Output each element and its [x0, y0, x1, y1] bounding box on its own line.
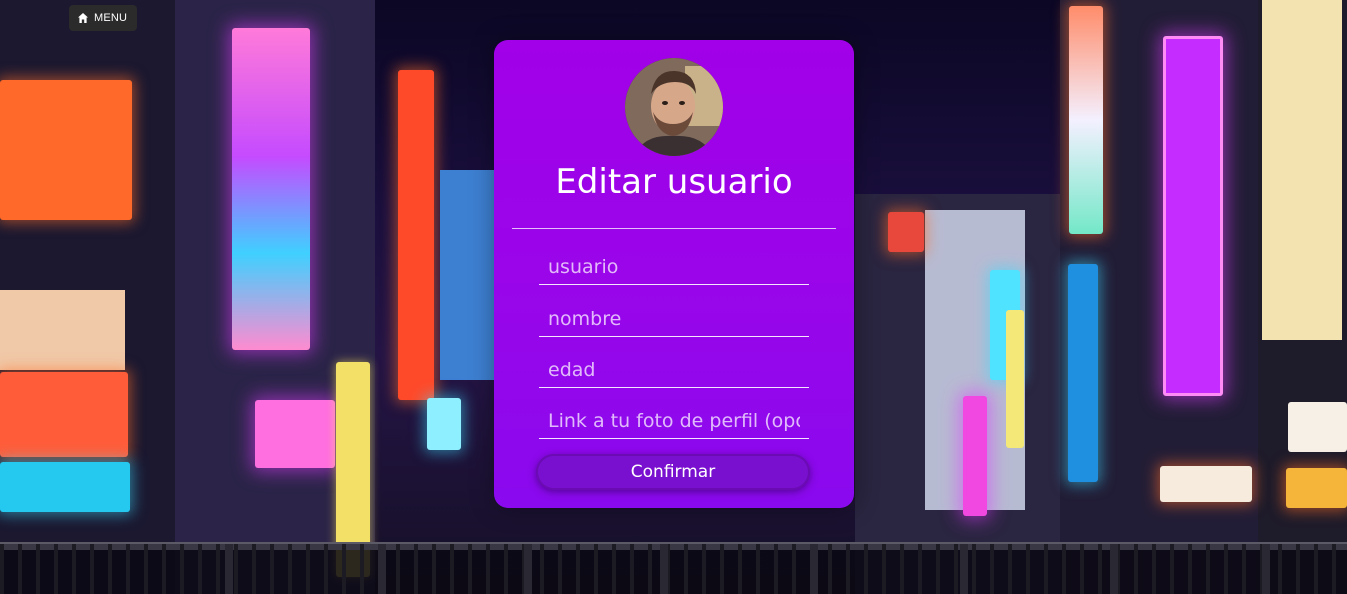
railing-post	[960, 544, 968, 594]
neon-sign	[1160, 466, 1252, 502]
neon-sign	[1006, 310, 1024, 448]
lit-windows	[440, 170, 494, 380]
photo-link-input[interactable]	[539, 403, 809, 439]
railing-post	[810, 544, 818, 594]
profile-photo	[625, 58, 723, 156]
railing-post	[1110, 544, 1118, 594]
railing-post	[660, 544, 668, 594]
confirm-button[interactable]: Confirmar	[536, 454, 810, 490]
neon-sign	[888, 212, 924, 252]
railing-post	[1262, 544, 1270, 594]
divider	[512, 228, 836, 229]
age-input[interactable]	[539, 352, 809, 388]
neon-sign	[1288, 402, 1347, 452]
page-title: Editar usuario	[555, 162, 793, 202]
home-icon	[77, 12, 89, 24]
neon-sign	[1286, 468, 1347, 508]
neon-sign	[1069, 6, 1103, 234]
neon-sign	[255, 400, 335, 468]
neon-sign	[398, 70, 434, 400]
railing-post	[524, 544, 532, 594]
edit-user-card: Editar usuario Confirmar	[494, 40, 854, 508]
neon-sign	[0, 80, 132, 220]
bridge-railing	[0, 542, 1347, 594]
neon-sign	[1068, 264, 1098, 482]
menu-label: MENU	[94, 12, 128, 24]
neon-sign	[427, 398, 461, 450]
lit-windows	[1262, 0, 1342, 340]
railing-post	[225, 544, 233, 594]
neon-sign	[1163, 36, 1223, 396]
neon-sign	[232, 28, 310, 350]
neon-sign	[0, 372, 128, 457]
username-input[interactable]	[539, 249, 809, 285]
lit-windows	[0, 290, 125, 370]
menu-button[interactable]: MENU	[69, 5, 138, 31]
avatar	[625, 58, 723, 156]
railing-post	[378, 544, 386, 594]
neon-sign	[963, 396, 987, 516]
name-input[interactable]	[539, 301, 809, 337]
neon-sign	[0, 462, 130, 512]
